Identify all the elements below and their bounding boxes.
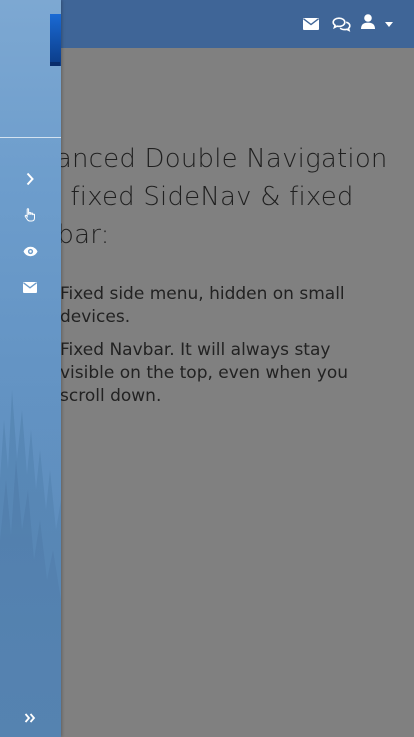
main-content-overlay[interactable]: Advanced Double Navigation with fixed Si… <box>0 48 414 737</box>
list-item: Fixed Navbar. It will always stay visibl… <box>60 340 348 406</box>
page-heading: Advanced Double Navigation with fixed Si… <box>6 144 388 250</box>
list-item: Fixed side menu, hidden on small devices… <box>60 284 345 327</box>
user-menu[interactable] <box>357 0 414 48</box>
logo-shadow <box>50 62 60 66</box>
double-chevron-right-icon[interactable] <box>18 707 42 729</box>
forest-background <box>0 360 61 737</box>
envelope-icon[interactable] <box>295 0 326 48</box>
logo[interactable] <box>50 14 61 66</box>
side-nav-divider <box>0 137 61 138</box>
side-nav <box>0 0 61 737</box>
caret-down-icon <box>384 21 393 27</box>
user-icon <box>360 14 375 34</box>
hand-pointer-icon[interactable] <box>18 204 42 226</box>
top-navbar <box>0 0 414 48</box>
navbar-icons <box>295 0 414 48</box>
envelope-icon[interactable] <box>18 276 42 298</box>
feature-list: Fixed side menu, hidden on small devices… <box>14 283 374 418</box>
eye-icon[interactable] <box>18 240 42 262</box>
comments-icon[interactable] <box>326 0 357 48</box>
chevron-right-icon[interactable] <box>18 168 42 190</box>
